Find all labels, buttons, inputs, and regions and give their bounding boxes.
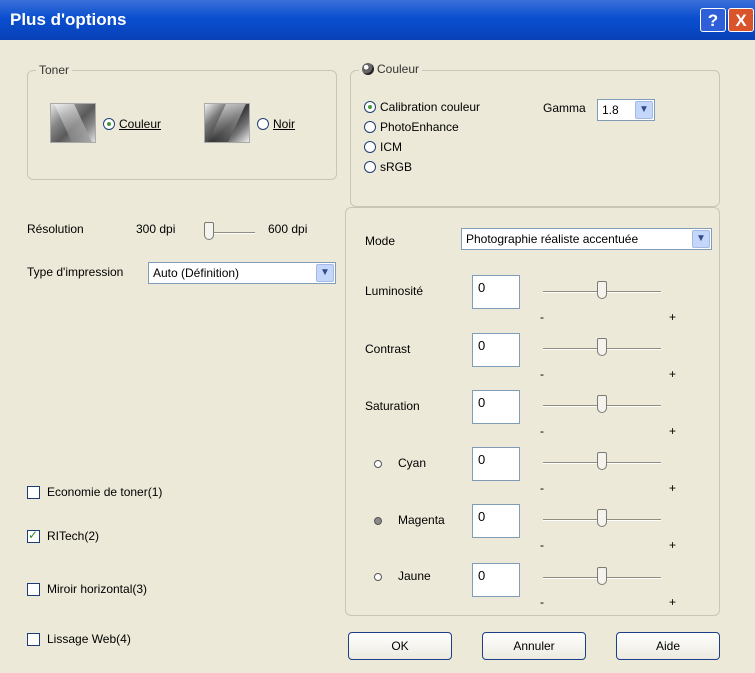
contrast-label: Contrast [365, 342, 411, 356]
title-bar[interactable]: Plus d'options ? X [0, 0, 755, 40]
noir-radio[interactable] [257, 118, 269, 130]
economie-toner-checkbox[interactable] [27, 486, 40, 499]
contrast-input[interactable]: 0 [472, 333, 520, 367]
couleur-legend: Couleur [359, 62, 423, 76]
help-title-button[interactable]: ? [700, 8, 726, 32]
calibration-radio[interactable] [364, 101, 376, 113]
couleur-legend-text: Couleur [377, 62, 420, 76]
saturation-slider-thumb[interactable] [597, 395, 607, 413]
miroir-label[interactable]: Miroir horizontal(3) [47, 582, 147, 596]
mode-select[interactable]: Photographie réaliste accentuée ▼ [461, 228, 712, 250]
contrast-max-tick: + [669, 367, 677, 381]
luminosite-slider-thumb[interactable] [597, 281, 607, 299]
photoenhance-label[interactable]: PhotoEnhance [380, 120, 459, 134]
chevron-down-icon[interactable]: ▼ [692, 230, 710, 248]
magenta-max-tick: + [669, 538, 677, 552]
window-title: Plus d'options [10, 10, 127, 29]
cyan-label: Cyan [398, 456, 427, 470]
lissage-web-checkbox[interactable] [27, 633, 40, 646]
type-impression-value: Auto (Définition) [153, 266, 240, 280]
magenta-input[interactable]: 0 [472, 504, 520, 538]
luminosite-min-tick: - [540, 310, 544, 324]
resolution-min-label: 300 dpi [136, 222, 176, 236]
cancel-button[interactable]: Annuler [482, 632, 586, 660]
calibration-label[interactable]: Calibration couleur [380, 100, 480, 114]
photoenhance-radio[interactable] [364, 121, 376, 133]
close-button[interactable]: X [728, 8, 754, 32]
cyan-input[interactable]: 0 [472, 447, 520, 481]
couleur-label[interactable]: Couleur [119, 117, 161, 131]
noir-label[interactable]: Noir [273, 117, 295, 131]
toner-legend: Toner [36, 63, 73, 77]
icm-radio[interactable] [364, 141, 376, 153]
cyan-dot-icon [374, 460, 382, 468]
jaune-min-tick: - [540, 595, 544, 609]
resolution-label: Résolution [27, 222, 84, 236]
saturation-max-tick: + [669, 424, 677, 438]
contrast-min-tick: - [540, 367, 544, 381]
dialog-window: Plus d'options ? X Toner Couleur Noir Co… [0, 0, 755, 673]
srgb-label[interactable]: sRGB [380, 160, 412, 174]
resolution-max-label: 600 dpi [268, 222, 308, 236]
miroir-checkbox[interactable] [27, 583, 40, 596]
help-button[interactable]: Aide [616, 632, 720, 660]
icm-label[interactable]: ICM [380, 140, 402, 154]
cyan-min-tick: - [540, 481, 544, 495]
jaune-dot-icon [374, 573, 382, 581]
couleur-radio[interactable] [103, 118, 115, 130]
magenta-label: Magenta [398, 513, 445, 527]
luminosite-label: Luminosité [365, 284, 424, 298]
magenta-min-tick: - [540, 538, 544, 552]
jaune-max-tick: + [669, 595, 677, 609]
magenta-dot-icon [374, 517, 382, 525]
mono-toner-thumbnail [204, 103, 250, 143]
gamma-select[interactable]: 1.8 ▼ [597, 99, 655, 121]
saturation-input[interactable]: 0 [472, 390, 520, 424]
saturation-min-tick: - [540, 424, 544, 438]
economie-toner-label[interactable]: Economie de toner(1) [47, 485, 162, 499]
jaune-label: Jaune [398, 569, 431, 583]
mode-label: Mode [365, 234, 396, 248]
resolution-slider-thumb[interactable] [204, 222, 214, 240]
magenta-slider-thumb[interactable] [597, 509, 607, 527]
jaune-input[interactable]: 0 [472, 563, 520, 597]
jaune-slider-thumb[interactable] [597, 567, 607, 585]
srgb-radio[interactable] [364, 161, 376, 173]
chevron-down-icon[interactable]: ▼ [635, 101, 653, 119]
ok-button[interactable]: OK [348, 632, 452, 660]
couleur-group: Couleur Calibration couleur PhotoEnhance… [350, 62, 720, 207]
cyan-max-tick: + [669, 481, 677, 495]
luminosite-max-tick: + [669, 310, 677, 324]
palette-icon [362, 63, 374, 75]
luminosite-input[interactable]: 0 [472, 275, 520, 309]
mode-value: Photographie réaliste accentuée [466, 232, 639, 246]
saturation-label: Saturation [365, 399, 420, 413]
toner-group: Toner Couleur Noir [27, 63, 337, 180]
color-toner-thumbnail [50, 103, 96, 143]
type-impression-label: Type d'impression [27, 265, 124, 279]
ritech-label[interactable]: RITech(2) [47, 529, 99, 543]
gamma-label: Gamma [543, 101, 586, 115]
chevron-down-icon[interactable]: ▼ [316, 264, 334, 282]
gamma-value: 1.8 [602, 103, 619, 117]
lissage-web-label[interactable]: Lissage Web(4) [47, 632, 131, 646]
ritech-checkbox[interactable]: ✓ [27, 528, 40, 543]
contrast-slider-thumb[interactable] [597, 338, 607, 356]
type-impression-select[interactable]: Auto (Définition) ▼ [148, 262, 336, 284]
cyan-slider-thumb[interactable] [597, 452, 607, 470]
checkmark-icon: ✓ [28, 528, 39, 542]
